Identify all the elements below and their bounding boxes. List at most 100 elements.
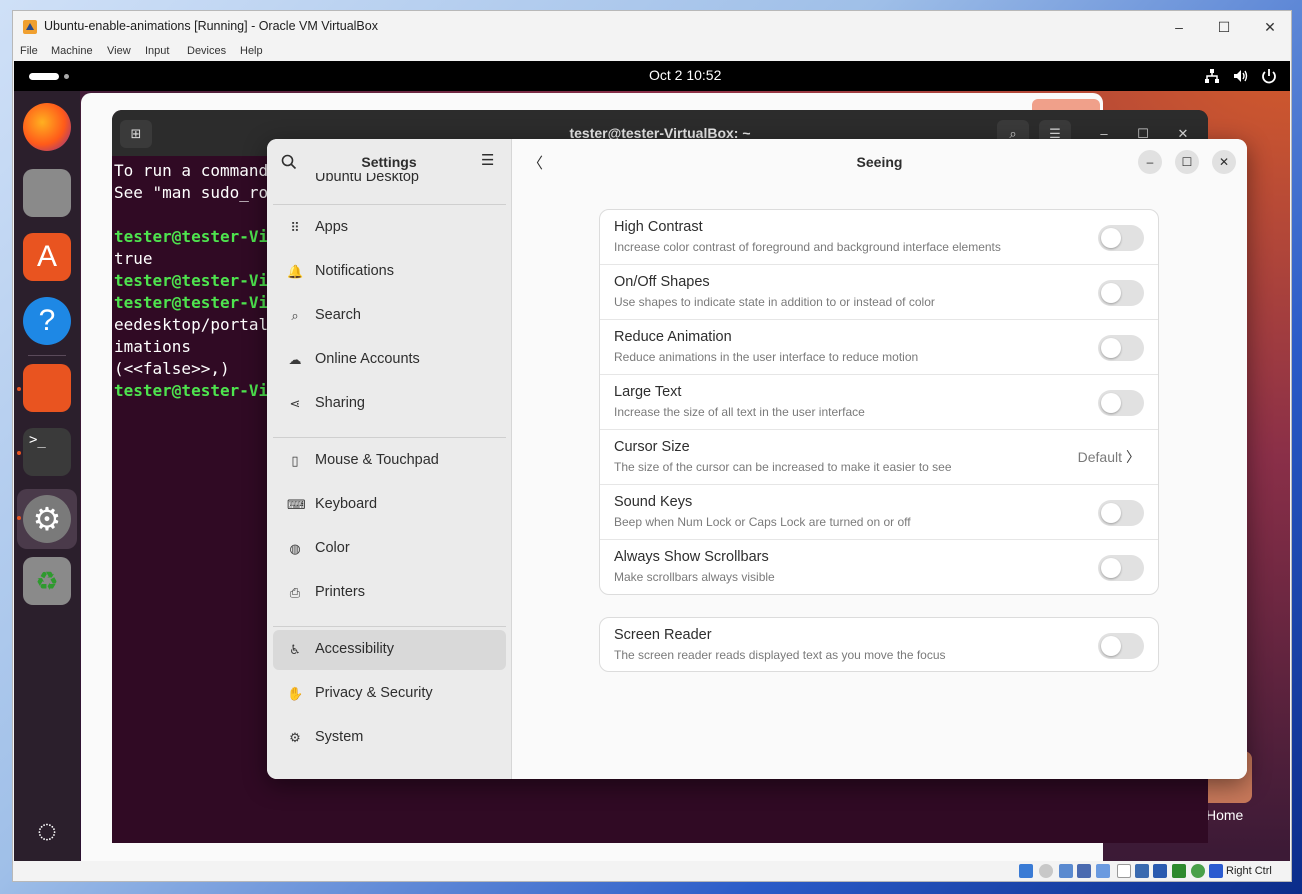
menu-devices[interactable]: Devices	[187, 45, 226, 57]
settings-close-button[interactable]: ✕	[1212, 150, 1236, 174]
keyboard-capture-status-icon[interactable]	[1209, 864, 1223, 878]
settings-icon[interactable]: ⚙	[23, 495, 71, 543]
sidebar-item-ubuntu-desktop-partial[interactable]: Ubuntu Desktop	[315, 173, 419, 187]
trash-icon[interactable]: ♻	[23, 557, 71, 605]
screen-reader-row[interactable]: Screen Reader The screen reader reads di…	[600, 618, 1158, 671]
ubuntu-dock: A ? >_ ⚙ ♻ ◌	[14, 91, 80, 861]
sidebar-item-label: Apps	[315, 219, 349, 235]
usb-status-icon[interactable]	[1096, 864, 1110, 878]
terminal-line: true	[114, 249, 153, 268]
virtualbox-menubar: File Machine View Input Devices Help	[13, 42, 1291, 61]
guest-screen: Oct 2 10:52 A ? >_ ⚙ ♻ ◌ Home ⊞ tester@t…	[14, 61, 1290, 861]
terminal-icon[interactable]: >_	[23, 428, 71, 476]
cloud-icon: ☁	[288, 352, 302, 367]
settings-maximize-button[interactable]: ☐	[1175, 150, 1199, 174]
page-title: Seeing	[856, 154, 903, 170]
close-button[interactable]: ✕	[1247, 15, 1293, 39]
sound-keys-row[interactable]: Sound Keys Beep when Num Lock or Caps Loc…	[600, 485, 1158, 540]
hard-disk-status-icon[interactable]	[1019, 864, 1033, 878]
row-subtitle: Reduce animations in the user interface …	[614, 350, 919, 364]
sidebar-item-notifications[interactable]: 🔔 Notifications	[273, 252, 506, 292]
volume-icon[interactable]	[1232, 67, 1250, 85]
sidebar-item-system[interactable]: ⚙ System	[273, 718, 506, 758]
row-title: Reduce Animation	[614, 329, 732, 345]
dock-separator	[28, 355, 66, 356]
terminal-line: (<<false>>,)	[114, 359, 230, 378]
sidebar-item-online-accounts[interactable]: ☁ Online Accounts	[273, 340, 506, 380]
sidebar-item-apps[interactable]: ⠿ Apps	[273, 208, 506, 248]
large-text-row[interactable]: Large Text Increase the size of all text …	[600, 375, 1158, 430]
sidebar-item-keyboard[interactable]: ⌨ Keyboard	[273, 485, 506, 525]
high-contrast-row[interactable]: High Contrast Increase color contrast of …	[600, 210, 1158, 265]
network-status-icon[interactable]	[1077, 864, 1091, 878]
on-off-shapes-switch[interactable]	[1098, 280, 1144, 306]
menu-file[interactable]: File	[20, 45, 38, 57]
row-title: Screen Reader	[614, 627, 712, 643]
menu-machine[interactable]: Machine	[51, 45, 93, 57]
activities-indicator[interactable]	[29, 73, 59, 80]
minimize-button[interactable]: –	[1156, 15, 1202, 39]
show-apps-icon[interactable]: ◌	[23, 807, 71, 855]
ubuntu-installer-icon[interactable]	[23, 364, 71, 412]
row-subtitle: Use shapes to indicate state in addition…	[614, 295, 935, 309]
sidebar-separator	[273, 626, 506, 627]
row-subtitle: Make scrollbars always visible	[614, 570, 775, 584]
display-status-icon[interactable]	[1135, 864, 1149, 878]
host-key-label: Right Ctrl	[1226, 865, 1272, 877]
always-show-scrollbars-switch[interactable]	[1098, 555, 1144, 581]
clock[interactable]: Oct 2 10:52	[649, 67, 721, 83]
large-text-switch[interactable]	[1098, 390, 1144, 416]
hamburger-menu-icon[interactable]: ☰	[481, 151, 494, 169]
row-subtitle: Increase the size of all text in the use…	[614, 405, 865, 419]
files-icon[interactable]	[23, 169, 71, 217]
high-contrast-switch[interactable]	[1098, 225, 1144, 251]
row-subtitle: Beep when Num Lock or Caps Lock are turn…	[614, 515, 911, 529]
settings-window: Settings ☰ Ubuntu Desktop ⠿ Apps 🔔 Notifica…	[267, 139, 1247, 779]
sidebar-item-label: Notifications	[315, 263, 394, 279]
terminal-line: tester@tester-Vi	[114, 293, 269, 312]
sidebar-item-color[interactable]: ◍ Color	[273, 529, 506, 569]
network-icon[interactable]	[1203, 67, 1221, 85]
terminal-output[interactable]: To run a command See "man sudo_ro tester@t…	[114, 160, 268, 402]
sidebar-item-mouse-touchpad[interactable]: ▯ Mouse & Touchpad	[273, 441, 506, 481]
menu-view[interactable]: View	[107, 45, 131, 57]
firefox-icon[interactable]	[23, 103, 71, 151]
app-center-icon[interactable]: A	[23, 233, 71, 281]
screen-reader-switch[interactable]	[1098, 633, 1144, 659]
audio-status-icon[interactable]	[1059, 864, 1073, 878]
menu-help[interactable]: Help	[240, 45, 263, 57]
on-off-shapes-row[interactable]: On/Off Shapes Use shapes to indicate stat…	[600, 265, 1158, 320]
seeing-options-card: High Contrast Increase color contrast of …	[599, 209, 1159, 595]
optical-drive-status-icon[interactable]	[1039, 864, 1053, 878]
cursor-size-row[interactable]: Cursor Size The size of the cursor can be…	[600, 430, 1158, 485]
maximize-button[interactable]: ☐	[1201, 15, 1247, 39]
settings-minimize-button[interactable]: –	[1138, 150, 1162, 174]
power-icon[interactable]	[1260, 67, 1278, 85]
sidebar-item-search[interactable]: ⌕ Search	[273, 296, 506, 336]
panel-header: 〈 Seeing – ☐ ✕	[512, 139, 1247, 185]
row-title: Cursor Size	[614, 439, 690, 455]
sidebar-item-accessibility[interactable]: ♿ Accessibility	[273, 630, 506, 670]
recording-status-icon[interactable]	[1153, 864, 1167, 878]
reduce-animation-row[interactable]: Reduce Animation Reduce animations in the…	[600, 320, 1158, 375]
row-title: Sound Keys	[614, 494, 693, 510]
mouse-integration-status-icon[interactable]	[1191, 864, 1205, 878]
sidebar-item-label: System	[315, 729, 364, 745]
sidebar-item-privacy-security[interactable]: ✋ Privacy & Security	[273, 674, 506, 714]
sidebar-item-label: Search	[315, 307, 361, 323]
hand-icon: ✋	[287, 686, 304, 701]
row-subtitle: The size of the cursor can be increased …	[614, 460, 952, 474]
always-show-scrollbars-row[interactable]: Always Show Scrollbars Make scrollbars al…	[600, 540, 1158, 594]
reduce-animation-switch[interactable]	[1098, 335, 1144, 361]
help-icon[interactable]: ?	[23, 297, 71, 345]
sound-keys-switch[interactable]	[1098, 500, 1144, 526]
sidebar-item-printers[interactable]: ⎙ Printers	[273, 573, 506, 613]
row-subtitle: Increase color contrast of foreground an…	[614, 240, 1001, 254]
cursor-size-value: Default	[1077, 449, 1122, 465]
cpu-status-icon[interactable]	[1172, 864, 1186, 878]
sidebar-item-sharing[interactable]: ⋖ Sharing	[273, 384, 506, 424]
virtualbox-statusbar: Right Ctrl	[13, 861, 1291, 881]
gnome-top-bar: Oct 2 10:52	[14, 61, 1290, 91]
menu-input[interactable]: Input	[145, 45, 169, 57]
shared-folders-status-icon[interactable]	[1117, 864, 1131, 878]
